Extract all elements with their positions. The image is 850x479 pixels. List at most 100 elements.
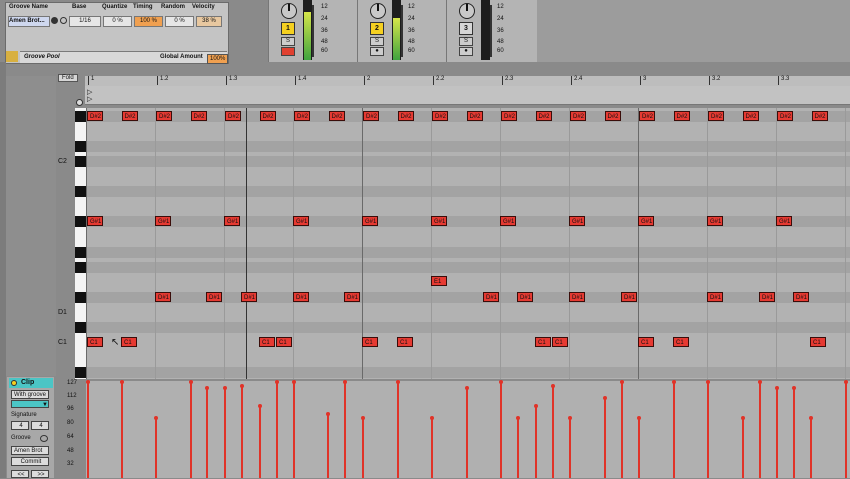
velocity-handle[interactable] bbox=[239, 384, 244, 388]
volume-fader[interactable] bbox=[401, 5, 403, 57]
velocity-stem[interactable] bbox=[517, 418, 519, 478]
base-select[interactable]: 1/16 bbox=[69, 16, 101, 27]
velocity-handle[interactable] bbox=[429, 416, 434, 420]
velocity-stem[interactable] bbox=[206, 388, 208, 478]
midi-note[interactable]: G#1 bbox=[569, 216, 585, 226]
velocity-handle[interactable] bbox=[671, 380, 676, 384]
velocity-handle[interactable] bbox=[395, 380, 400, 384]
clip-start-marker-icon[interactable]: ▷ bbox=[87, 95, 92, 103]
midi-note[interactable]: D#2 bbox=[225, 111, 241, 121]
midi-note[interactable]: C1 bbox=[397, 337, 413, 347]
midi-note[interactable]: D#2 bbox=[328, 111, 345, 121]
time-ruler[interactable]: 1 1.2 1.3 1.4 2 2.2 2.3 2.4 3 3.2 3.3 bbox=[85, 76, 850, 86]
velocity-stem[interactable] bbox=[466, 388, 468, 478]
midi-note[interactable]: G#1 bbox=[707, 216, 723, 226]
piano-keyboard[interactable] bbox=[75, 108, 86, 379]
midi-note[interactable]: D#1 bbox=[759, 292, 775, 302]
midi-note[interactable]: D#2 bbox=[742, 111, 759, 121]
note-grid[interactable]: D#2 D#2 D#2 D#2 D#2 D#2 D#2 D#2 D#2 D#2 D#2 D#2 D#2 D… bbox=[86, 108, 850, 379]
velocity-handle[interactable] bbox=[85, 380, 90, 384]
velocity-field[interactable]: 38 % bbox=[196, 16, 222, 27]
groove-hot-swap-icon[interactable] bbox=[40, 435, 48, 442]
track-activator-button[interactable]: 2 bbox=[370, 22, 384, 35]
velocity-handle[interactable] bbox=[291, 380, 296, 384]
midi-note[interactable]: D#2 bbox=[87, 111, 103, 121]
pan-knob[interactable] bbox=[370, 3, 386, 19]
velocity-handle[interactable] bbox=[774, 386, 779, 390]
velocity-stem[interactable] bbox=[569, 418, 571, 478]
clip-activator-icon[interactable] bbox=[11, 380, 17, 386]
velocity-handle[interactable] bbox=[740, 416, 745, 420]
velocity-handle[interactable] bbox=[533, 404, 538, 408]
nav-left-button[interactable]: << bbox=[11, 470, 29, 478]
groove-pool-wave-icon[interactable] bbox=[6, 51, 18, 62]
loop-brace-area[interactable]: ▷ ▷ bbox=[85, 86, 850, 105]
midi-note[interactable]: G#1 bbox=[500, 216, 516, 226]
midi-note[interactable]: D#2 bbox=[397, 111, 414, 121]
velocity-stem[interactable] bbox=[276, 382, 278, 478]
velocity-handle[interactable] bbox=[360, 416, 365, 420]
velocity-handle[interactable] bbox=[222, 386, 227, 390]
velocity-handle[interactable] bbox=[153, 416, 158, 420]
midi-note[interactable]: C1 bbox=[276, 337, 292, 347]
velocity-stem[interactable] bbox=[121, 382, 123, 478]
midi-note[interactable]: D#1 bbox=[155, 292, 171, 302]
arm-button[interactable]: ● bbox=[459, 47, 473, 56]
midi-note[interactable]: D#2 bbox=[190, 111, 207, 121]
midi-note[interactable]: C1 bbox=[362, 337, 378, 347]
midi-note[interactable]: C1 bbox=[87, 337, 103, 347]
velocity-stem[interactable] bbox=[500, 382, 502, 478]
velocity-stem[interactable] bbox=[241, 386, 243, 478]
midi-note[interactable]: G#1 bbox=[776, 216, 792, 226]
midi-note[interactable]: C1 bbox=[810, 337, 826, 347]
midi-note[interactable]: E1 bbox=[431, 276, 447, 286]
clip-name-field[interactable]: With groove bbox=[11, 390, 49, 399]
midi-note[interactable]: G#1 bbox=[87, 216, 103, 226]
midi-note[interactable]: D#1 bbox=[793, 292, 809, 302]
midi-note[interactable]: C1 bbox=[552, 337, 568, 347]
pan-knob[interactable] bbox=[459, 3, 475, 19]
midi-note[interactable]: D#2 bbox=[501, 111, 517, 121]
velocity-stem[interactable] bbox=[742, 418, 744, 478]
midi-note[interactable]: D#2 bbox=[777, 111, 793, 121]
midi-note[interactable]: D#1 bbox=[517, 292, 533, 302]
edit-groove-icon[interactable] bbox=[60, 17, 67, 24]
track-activator-button[interactable]: 1 bbox=[281, 22, 295, 35]
midi-note[interactable]: C1 bbox=[259, 337, 275, 347]
velocity-handle[interactable] bbox=[119, 380, 124, 384]
velocity-stem[interactable] bbox=[293, 382, 295, 478]
velocity-handle[interactable] bbox=[342, 380, 347, 384]
global-amount-field[interactable]: 100% bbox=[207, 54, 229, 64]
pan-knob[interactable] bbox=[281, 3, 297, 19]
velocity-stem[interactable] bbox=[552, 386, 554, 478]
volume-fader[interactable] bbox=[490, 5, 492, 57]
velocity-handle[interactable] bbox=[843, 380, 848, 384]
velocity-stem[interactable] bbox=[845, 382, 847, 478]
velocity-stem[interactable] bbox=[621, 382, 623, 478]
midi-note[interactable]: D#2 bbox=[535, 111, 552, 121]
midi-note[interactable]: D#1 bbox=[344, 292, 360, 302]
midi-note[interactable]: D#2 bbox=[259, 111, 276, 121]
signature-numerator[interactable]: 4 bbox=[11, 421, 29, 430]
velocity-stem[interactable] bbox=[431, 418, 433, 478]
arm-button[interactable]: ● bbox=[370, 47, 384, 56]
velocity-stem[interactable] bbox=[344, 382, 346, 478]
midi-note[interactable]: D#1 bbox=[707, 292, 723, 302]
midi-note[interactable]: C1 bbox=[673, 337, 689, 347]
midi-note[interactable]: D#2 bbox=[673, 111, 690, 121]
velocity-handle[interactable] bbox=[274, 380, 279, 384]
fold-button[interactable]: Fold bbox=[58, 74, 78, 82]
clip-color-select[interactable]: ▼ bbox=[11, 400, 49, 408]
velocity-stem[interactable] bbox=[397, 382, 399, 478]
preview-icon[interactable] bbox=[76, 99, 83, 106]
midi-note[interactable]: D#2 bbox=[708, 111, 724, 121]
midi-note[interactable]: D#2 bbox=[156, 111, 172, 121]
random-field[interactable]: 0 % bbox=[165, 16, 194, 27]
velocity-stem[interactable] bbox=[155, 418, 157, 478]
velocity-handle[interactable] bbox=[567, 416, 572, 420]
midi-note[interactable]: G#1 bbox=[431, 216, 447, 226]
midi-note[interactable]: C1 bbox=[535, 337, 551, 347]
groove-name-field[interactable]: Amen Brot... bbox=[8, 16, 50, 27]
midi-note[interactable]: D#2 bbox=[432, 111, 448, 121]
midi-note[interactable]: D#2 bbox=[363, 111, 379, 121]
